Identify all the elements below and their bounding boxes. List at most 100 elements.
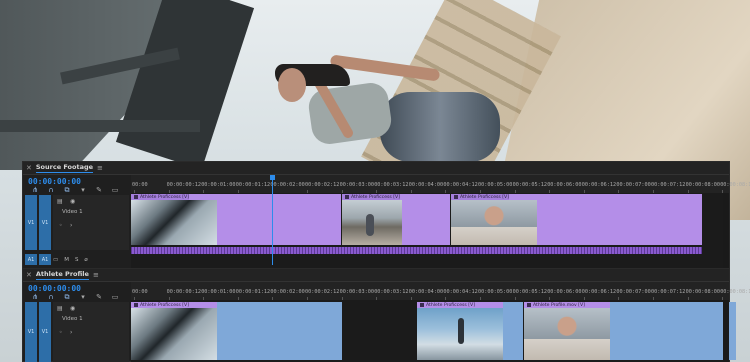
timeline-tools: ⋔ ∩ ⧉ ▾ ✎ ▭ [30, 186, 120, 195]
video-clip[interactable]: Athlete Proficcess [V] [131, 302, 342, 360]
ruler-tick-label: 00:00:04:12 [443, 289, 478, 295]
ruler-tick-label: 00:00:08:00 [685, 182, 720, 188]
fx-icon [134, 195, 138, 199]
eye-icon[interactable]: ◉ [70, 198, 75, 205]
menu-icon[interactable]: ≡ [97, 164, 103, 172]
ruler-tick-label: 00:00 [132, 289, 148, 295]
timeline-panel-sequence: ✕ Athlete Profile ≡ 00:00:00:00 ⋔ ∩ ⧉ ▾ … [22, 268, 750, 362]
linked-selection-icon[interactable]: ⧉ [62, 186, 72, 195]
tracks-area: Athlete Proficcess [V] Athlete Proficces… [131, 175, 729, 270]
playhead-timecode[interactable]: 00:00:00:00 [28, 284, 81, 293]
marker-icon[interactable]: ▾ [78, 293, 88, 302]
clip-label: Athlete Proficcess [V] [351, 194, 400, 200]
ruler-tick-label: 00:00:08:00 [685, 289, 720, 295]
video-track-controls: ▤ ◉ Video 1 ◦ › [53, 195, 129, 250]
track-target-v1[interactable]: V1 [39, 195, 51, 250]
chevron-right-icon[interactable]: › [70, 222, 72, 229]
audio-track-header: A1 A1 ▭ M S ⌀ [25, 254, 129, 265]
panel-tab-title[interactable]: Source Footage [35, 163, 94, 173]
ruler-tick-label: 00:00:02:12 [305, 182, 340, 188]
close-icon[interactable]: ✕ [26, 164, 32, 172]
source-patch-a1[interactable]: A1 [25, 254, 37, 265]
video-clip[interactable]: Athlete Proficcess [V] [131, 194, 341, 245]
ruler-tick-label: 00:00:03:12 [374, 289, 409, 295]
toggle-sync-icon[interactable]: ▤ [57, 198, 63, 205]
close-icon[interactable]: ✕ [26, 271, 32, 279]
menu-icon[interactable]: ≡ [93, 271, 99, 279]
marker-icon[interactable]: ▾ [78, 186, 88, 195]
linked-selection-icon[interactable]: ⧉ [62, 293, 72, 302]
lock-icon[interactable]: ◦ [59, 329, 63, 336]
ruler-tick-label: 00:00:04:12 [443, 182, 478, 188]
chevron-right-icon[interactable]: › [70, 329, 72, 336]
time-ruler[interactable]: 00:00 00:00:00:12 00:00:01:00 00:00:01:12 00… [131, 175, 750, 193]
mute-icon[interactable]: M [64, 257, 69, 263]
ruler-tick-label: 00:00:05:00 [478, 289, 513, 295]
editor-screenshot: ✕ Source Footage ≡ 00:00:00:00 ⋔ ∩ ⧉ ▾ ✎… [0, 0, 750, 362]
eye-icon[interactable]: ◉ [70, 305, 75, 312]
video-clip[interactable]: Athlete Profile.mov [V] [524, 302, 736, 360]
lock-icon[interactable]: ◦ [59, 222, 63, 229]
ruler-tick-label: 00:00:06:00 [547, 182, 582, 188]
ruler-tick-label: 00:00:05:12 [512, 289, 547, 295]
vertical-scrollbar[interactable] [723, 300, 729, 362]
captions-icon[interactable]: ▭ [110, 293, 120, 302]
ruler-tick-label: 00:00:04:00 [408, 182, 444, 188]
panel-tab-title[interactable]: Athlete Profile [35, 270, 89, 280]
vertical-scrollbar[interactable] [723, 193, 729, 270]
captions-icon[interactable]: ▭ [110, 186, 120, 195]
ruler-tick-label: 00:00:08:12 [720, 289, 750, 295]
ruler-tick-label: 00:00:07:00 [616, 182, 651, 188]
clip-thumbnail [342, 200, 402, 245]
clip-label: Athlete Proficcess [V] [140, 302, 189, 308]
clip-thumbnail [131, 308, 217, 360]
playhead-timecode[interactable]: 00:00:00:00 [28, 177, 81, 186]
wrench-icon[interactable]: ✎ [94, 186, 104, 195]
video-track-header: V1 V1 ▤ ◉ Video 1 ◦ › [25, 302, 129, 362]
panel-tab-bar: ✕ Source Footage ≡ [23, 162, 729, 175]
audio-track [131, 246, 729, 255]
track-name: Video 1 [62, 209, 83, 215]
ruler-tick-label: 00:00:02:00 [270, 289, 305, 295]
clip-label: Athlete Proficcess [V] [426, 302, 475, 308]
video-clip[interactable]: Athlete Proficcess [V] [451, 194, 702, 245]
time-ruler[interactable]: 00:00 00:00:00:12 00:00:01:00 00:00:01:12 00… [131, 282, 750, 300]
video-track-header: V1 V1 ▤ ◉ Video 1 ◦ › [25, 195, 129, 250]
track-header-area: 00:00:00:00 ⋔ ∩ ⧉ ▾ ✎ ▭ V1 V1 ▤ ◉ Video … [23, 175, 131, 269]
source-patch-v1[interactable]: V1 [25, 302, 37, 362]
link-icon[interactable]: ∩ [46, 293, 56, 302]
track-header-area: 00:00:00:00 ⋔ ∩ ⧉ ▾ ✎ ▭ V1 V1 ▤ ◉ Video … [23, 282, 131, 362]
timeline-panel-source: ✕ Source Footage ≡ 00:00:00:00 ⋔ ∩ ⧉ ▾ ✎… [22, 161, 750, 270]
track-target-v1[interactable]: V1 [39, 302, 51, 362]
audio-clip[interactable] [131, 247, 702, 254]
playhead-handle[interactable] [270, 175, 275, 180]
toggle-sync-icon[interactable]: ▤ [57, 305, 63, 312]
link-icon[interactable]: ∩ [46, 186, 56, 195]
snap-icon[interactable]: ⋔ [30, 293, 40, 302]
ruler-tick-label: 00:00:03:12 [374, 182, 409, 188]
playhead[interactable] [272, 175, 273, 265]
fx-icon [527, 303, 531, 307]
camera-icon[interactable]: ▭ [53, 257, 58, 263]
mic-icon[interactable]: ⌀ [84, 257, 87, 263]
ruler-tick-label: 00:00:07:00 [616, 289, 651, 295]
solo-icon[interactable]: S [75, 257, 79, 263]
fx-icon [345, 195, 349, 199]
panel-tab-bar: ✕ Athlete Profile ≡ [23, 269, 729, 282]
video-clip[interactable]: Athlete Proficcess [V] [342, 194, 450, 245]
track-target-a1[interactable]: A1 [39, 254, 51, 265]
ruler-tick-label: 00:00:07:12 [651, 289, 686, 295]
snap-icon[interactable]: ⋔ [30, 186, 40, 195]
ruler-tick-label: 00:00:00:12 [166, 289, 201, 295]
wrench-icon[interactable]: ✎ [94, 293, 104, 302]
fx-icon [134, 303, 138, 307]
ruler-tick-label: 00:00:01:12 [235, 289, 271, 295]
clip-thumbnail [451, 200, 537, 245]
ruler-tick-label: 00:00:06:12 [581, 289, 617, 295]
source-patch-v1[interactable]: V1 [25, 195, 37, 250]
video-clip[interactable]: Athlete Proficcess [V] [417, 302, 523, 360]
ruler-tick-label: 00:00:01:00 [201, 289, 236, 295]
ruler-tick-label: 00:00:03:00 [339, 289, 374, 295]
clip-label: Athlete Profile.mov [V] [533, 302, 585, 308]
fx-icon [420, 303, 424, 307]
